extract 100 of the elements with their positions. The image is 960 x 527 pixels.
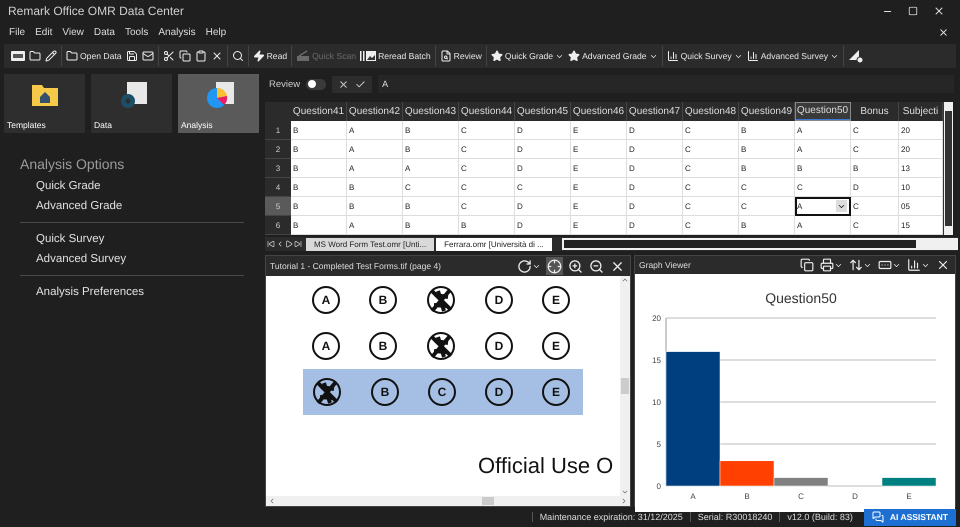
toolbar-button[interactable]: Advanced Survey — [746, 46, 840, 66]
row-header[interactable]: 4 — [265, 178, 291, 197]
menu-item[interactable]: Tools — [120, 26, 154, 38]
table-cell: C — [515, 178, 571, 197]
scroll-down-icon[interactable] — [621, 488, 629, 496]
table-cell: D — [627, 159, 683, 178]
answer-bubble: E — [542, 378, 570, 406]
table-cell: B — [291, 216, 347, 235]
toolbar-button[interactable]: Read — [252, 46, 288, 66]
nav-tile[interactable]: Templates — [4, 74, 85, 133]
table-cell: 20 — [899, 140, 943, 159]
option-link[interactable]: Quick Grade — [4, 176, 259, 196]
answer-bubble: D — [485, 378, 513, 406]
fit-target-button[interactable] — [546, 257, 563, 275]
row-header[interactable]: 6 — [265, 216, 291, 235]
toolbar-button[interactable]: Review — [438, 46, 483, 66]
lightning-icon — [252, 50, 265, 62]
row-header[interactable]: 5 — [265, 197, 291, 216]
menu-item[interactable]: Edit — [30, 26, 58, 38]
column-header[interactable]: Question45 — [515, 102, 571, 121]
column-header[interactable]: Question42 — [347, 102, 403, 121]
toolbar-button[interactable]: Quick Grade — [490, 46, 566, 66]
status-text: Serial: R30018240 — [690, 512, 780, 522]
pencil-icon — [45, 50, 57, 62]
column-header[interactable]: Question46 — [571, 102, 627, 121]
scroll-up-icon[interactable] — [621, 276, 629, 284]
check-icon[interactable] — [355, 78, 366, 90]
table-cell: C — [459, 140, 515, 159]
horizontal-scrollbar[interactable] — [266, 496, 630, 506]
menu-item[interactable]: Help — [200, 26, 232, 38]
scroll-left-icon[interactable] — [268, 497, 276, 505]
table-cell: A — [347, 216, 403, 235]
menu-item[interactable]: Analysis — [153, 26, 201, 38]
table-cell: C — [459, 121, 515, 140]
toolbar-button[interactable]: Quick Survey — [666, 46, 744, 66]
copy-button[interactable] — [799, 256, 815, 274]
menu-item[interactable]: Data — [88, 26, 120, 38]
folder-icon — [66, 50, 78, 62]
column-header[interactable]: Question47 — [627, 102, 683, 121]
answer-bubble: B — [369, 286, 397, 314]
column-header[interactable]: Question41 — [291, 102, 347, 121]
table-cell: C — [683, 121, 739, 140]
option-link[interactable]: Advanced Grade — [4, 196, 259, 216]
table-cell: D — [515, 216, 571, 235]
menu-item[interactable]: File — [4, 26, 30, 38]
cell-edit-field[interactable]: A — [378, 75, 954, 93]
row-header[interactable]: 1 — [265, 121, 291, 140]
option-link[interactable]: Analysis Preferences — [4, 282, 259, 302]
nav-tile[interactable]: Analysis — [178, 74, 259, 133]
menu-item[interactable]: View — [57, 26, 89, 38]
dropdown-caret-icon[interactable] — [836, 200, 847, 212]
column-header[interactable]: Question50 — [795, 102, 851, 121]
active-cell[interactable]: A — [795, 197, 851, 216]
table-cell: C — [403, 178, 459, 197]
toolbar-button[interactable]: Advanced Grade — [567, 46, 659, 66]
toolbar-button[interactable]: Reread Batch — [359, 46, 432, 66]
column-header[interactable]: Question48 — [683, 102, 739, 121]
column-header[interactable]: Question43 — [403, 102, 459, 121]
vertical-scrollbar[interactable] — [943, 102, 953, 235]
nav-tile[interactable]: Data — [91, 74, 172, 133]
column-header[interactable]: Bonus — [851, 102, 899, 121]
answer-bubble: D — [485, 332, 513, 360]
next-sheet-icon[interactable] — [285, 240, 293, 248]
target-icon — [547, 258, 562, 274]
last-sheet-icon[interactable] — [294, 240, 302, 248]
answer-bubble: E — [542, 286, 570, 314]
table-cell: A — [795, 121, 851, 140]
column-header[interactable]: Subjecti — [899, 102, 943, 121]
cancel-icon[interactable] — [338, 78, 350, 90]
copy-icon — [178, 50, 191, 62]
close-icon — [210, 50, 223, 62]
ai-assistant-button[interactable]: AI ASSISTANT — [864, 508, 956, 526]
close-icon — [936, 258, 950, 272]
print-button[interactable] — [819, 256, 844, 274]
scanner-icon — [296, 50, 310, 62]
vertical-scrollbar[interactable] — [620, 276, 630, 496]
horizontal-scrollbar[interactable] — [562, 238, 958, 250]
chart-type-button[interactable] — [906, 256, 931, 274]
option-link[interactable]: Advanced Survey — [4, 249, 259, 269]
scrollbar-thumb[interactable] — [621, 378, 629, 394]
column-header[interactable]: Question44 — [459, 102, 515, 121]
previous-sheet-icon[interactable] — [276, 240, 284, 248]
sheet-tab[interactable]: Ferrara.omr [Università di ... — [436, 238, 552, 250]
status-text: Maintenance expiration: 31/12/2025 — [532, 512, 690, 522]
column-header[interactable]: Question49 — [739, 102, 795, 121]
x-tick-label: A — [690, 492, 696, 501]
option-link[interactable]: Quick Survey — [4, 229, 259, 249]
row-header[interactable]: 2 — [265, 140, 291, 159]
panel-title: Tutorial 1 - Completed Test Forms.tif (page 4) — [270, 261, 442, 271]
sheet-tab[interactable]: MS Word Form Test.omr [Unti... — [306, 238, 434, 250]
first-sheet-icon[interactable] — [267, 240, 275, 248]
toolbar-button[interactable]: Open Data — [65, 46, 123, 66]
table-cell: D — [515, 159, 571, 178]
row-header[interactable]: 3 — [265, 159, 291, 178]
table-cell: C — [683, 178, 739, 197]
scroll-right-icon[interactable] — [620, 497, 628, 505]
answer-bubble: D — [485, 286, 513, 314]
cut-icon — [162, 50, 175, 62]
review-toggle[interactable] — [306, 78, 326, 90]
scrollbar-thumb[interactable] — [482, 497, 494, 505]
